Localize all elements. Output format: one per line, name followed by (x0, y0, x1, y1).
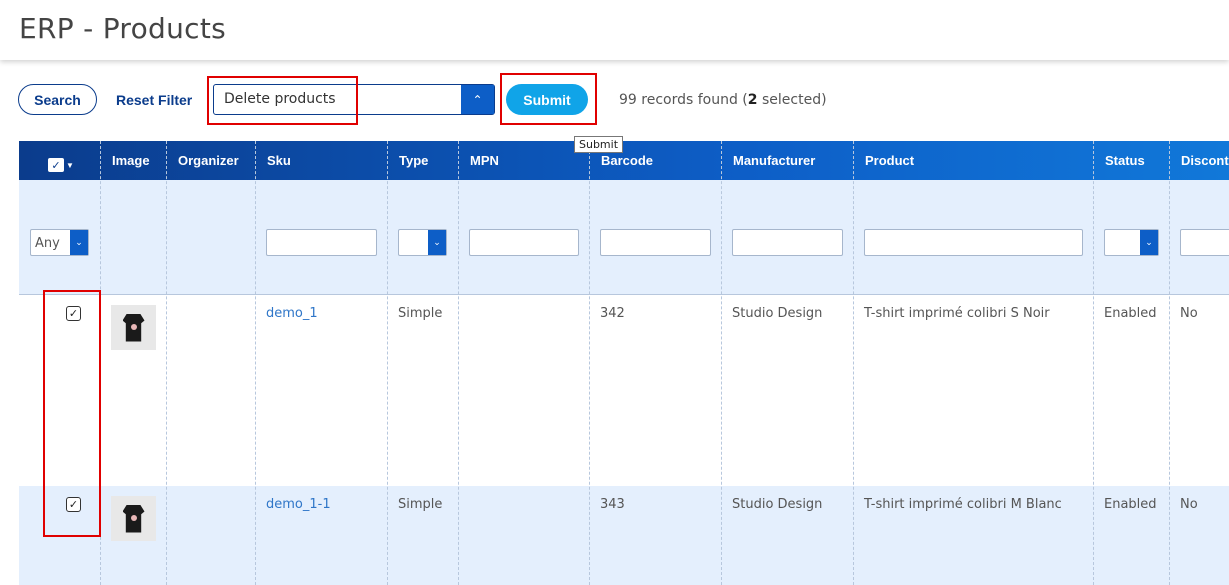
col-divider (387, 141, 388, 585)
chevron-down-icon[interactable]: ▼ (66, 161, 74, 170)
chevron-down-icon[interactable]: ⌄ (428, 230, 446, 255)
barcode-filter-input[interactable] (600, 229, 711, 256)
col-divider (589, 141, 590, 585)
product-filter-input[interactable] (864, 229, 1083, 256)
submit-tooltip: Submit (574, 136, 624, 153)
reset-filter-link[interactable]: Reset Filter (116, 92, 192, 108)
col-divider (100, 141, 101, 585)
tshirt-icon (122, 313, 145, 342)
page-title: ERP - Products (19, 12, 227, 45)
select-filter[interactable]: Any ⌄ (30, 229, 89, 256)
col-divider (255, 141, 256, 585)
product-image[interactable] (111, 496, 156, 541)
filter-row: Any ⌄ ⌄ ⌄ (19, 180, 1229, 295)
product-cell: T-shirt imprimé colibri S Noir (864, 306, 1050, 321)
manufacturer-cell: Studio Design (732, 497, 823, 512)
col-header-product[interactable]: Product (865, 153, 914, 168)
col-header-status[interactable]: Status (1105, 153, 1145, 168)
check-icon: ✓ (68, 308, 79, 320)
col-divider (853, 141, 854, 585)
barcode-cell: 342 (600, 306, 625, 321)
records-prefix: 99 records found ( (619, 92, 748, 108)
records-count: 99 records found (2 selected) (619, 92, 827, 108)
col-divider (1093, 141, 1094, 585)
table-row[interactable]: ✓ demo_1-1 Simple 343 Studio Design T-sh… (19, 486, 1229, 585)
submit-button[interactable]: Submit (506, 84, 588, 115)
search-button[interactable]: Search (18, 84, 97, 115)
mass-action-value: Delete products (224, 91, 336, 107)
col-header-discontinued[interactable]: Discont (1181, 153, 1229, 168)
status-cell: Enabled (1104, 306, 1157, 321)
col-divider (721, 141, 722, 585)
sku-filter-input[interactable] (266, 229, 377, 256)
manufacturer-filter-input[interactable] (732, 229, 843, 256)
type-cell: Simple (398, 497, 443, 512)
page-header: ERP - Products (0, 0, 1229, 60)
col-header-type[interactable]: Type (399, 153, 428, 168)
col-divider (1169, 141, 1170, 585)
records-suffix: selected) (757, 92, 827, 108)
col-header-organizer[interactable]: Organizer (178, 153, 239, 168)
select-filter-value: Any (35, 236, 60, 251)
col-header-sku[interactable]: Sku (267, 153, 291, 168)
type-filter-select[interactable]: ⌄ (398, 229, 447, 256)
status-filter-select[interactable]: ⌄ (1104, 229, 1159, 256)
discontinued-cell: No (1180, 497, 1198, 512)
products-grid: ✓ ▼ Image Organizer Sku Type MPN Barcode… (19, 141, 1229, 585)
discontinued-cell: No (1180, 306, 1198, 321)
product-cell: T-shirt imprimé colibri M Blanc (864, 497, 1062, 512)
product-image[interactable] (111, 305, 156, 350)
mpn-filter-input[interactable] (469, 229, 579, 256)
status-cell: Enabled (1104, 497, 1157, 512)
col-header-image[interactable]: Image (112, 153, 150, 168)
sku-link[interactable]: demo_1-1 (266, 497, 331, 512)
type-cell: Simple (398, 306, 443, 321)
row-checkbox[interactable]: ✓ (66, 306, 81, 321)
col-header-manufacturer[interactable]: Manufacturer (733, 153, 815, 168)
barcode-cell: 343 (600, 497, 625, 512)
chevron-down-icon[interactable]: ⌄ (1140, 230, 1158, 255)
col-header-barcode[interactable]: Barcode (601, 153, 653, 168)
discontinued-filter-input[interactable] (1180, 229, 1229, 256)
grid-header: ✓ ▼ Image Organizer Sku Type MPN Barcode… (19, 141, 1229, 180)
check-icon[interactable]: ✓ (48, 158, 64, 172)
toolbar: Search Reset Filter Delete products ⌃ Su… (0, 75, 1229, 125)
selected-count: 2 (747, 92, 758, 108)
chevron-down-icon[interactable]: ⌄ (70, 230, 88, 255)
row-checkbox[interactable]: ✓ (66, 497, 81, 512)
mass-action-select[interactable]: Delete products ⌃ (213, 84, 495, 115)
manufacturer-cell: Studio Design (732, 306, 823, 321)
col-divider (166, 141, 167, 585)
col-header-mpn[interactable]: MPN (470, 153, 499, 168)
table-row[interactable]: ✓ demo_1 Simple 342 Studio Design T-shir… (19, 295, 1229, 486)
tshirt-icon (122, 504, 145, 533)
chevron-up-icon[interactable]: ⌃ (461, 85, 494, 114)
check-icon: ✓ (68, 499, 79, 511)
col-divider (458, 141, 459, 585)
sku-link[interactable]: demo_1 (266, 306, 318, 321)
